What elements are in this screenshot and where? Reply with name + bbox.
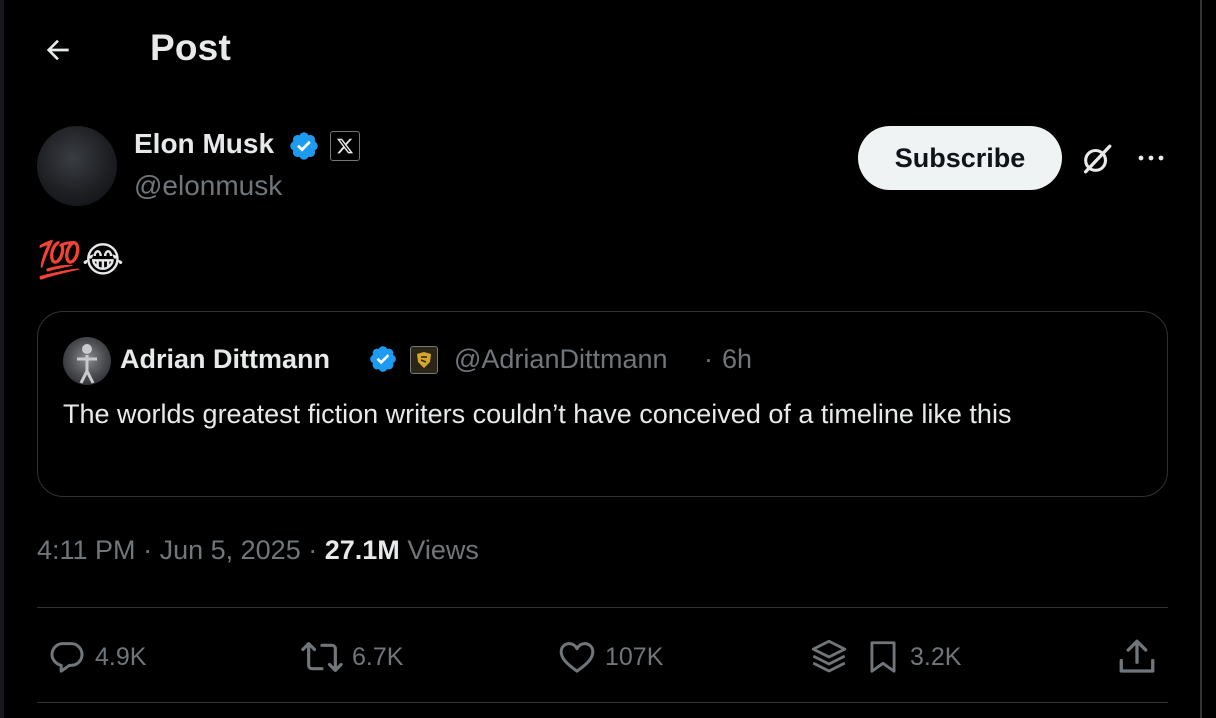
divider: [37, 702, 1168, 703]
quoted-author-handle[interactable]: @AdrianDittmann: [454, 344, 668, 375]
heart-icon: [559, 642, 595, 673]
like-button[interactable]: 107K: [557, 632, 663, 682]
quoted-post-text: The worlds greatest fiction writers coul…: [63, 399, 1012, 429]
x-affiliation-badge[interactable]: [330, 131, 360, 161]
quoted-separator: ·: [704, 344, 713, 374]
reply-count: 4.9K: [95, 642, 147, 671]
bookmark-button[interactable]: 3.2K: [864, 632, 961, 682]
views-label: Views: [407, 535, 479, 565]
author-avatar[interactable]: [37, 126, 117, 206]
views-count: 27.1M: [324, 535, 400, 565]
quoted-post-card[interactable]: Adrian Dittmann @AdrianDittmann · 6h The…: [37, 311, 1168, 497]
quoted-timestamp[interactable]: 6h: [722, 344, 752, 375]
left-frame-border: [0, 0, 4, 718]
quoted-author-avatar[interactable]: [63, 337, 111, 385]
reply-button[interactable]: 4.9K: [47, 632, 146, 682]
post-meta: 4:11 PM · Jun 5, 2025 · 27.1M Views: [37, 535, 479, 566]
repost-button[interactable]: 6.7K: [300, 632, 403, 682]
quoted-verified-badge-icon[interactable]: [368, 344, 398, 374]
grok-analyze-button[interactable]: [808, 632, 850, 682]
meta-separator: ·: [308, 535, 318, 565]
meta-separator: ·: [143, 535, 153, 565]
more-options-button[interactable]: [1130, 140, 1172, 176]
page-title: Post: [150, 27, 231, 68]
like-count: 107K: [605, 642, 664, 671]
right-frame-border: [1200, 0, 1202, 718]
repost-icon: [301, 642, 343, 672]
layers-icon: [811, 639, 847, 673]
bookmark-count: 3.2K: [910, 642, 962, 671]
subscribe-button[interactable]: Subscribe: [858, 126, 1062, 190]
back-button[interactable]: [36, 28, 80, 72]
repost-count: 6.7K: [352, 642, 404, 671]
grok-button[interactable]: [1076, 138, 1118, 180]
arrow-left-icon: [46, 39, 69, 61]
share-icon: [1119, 639, 1155, 673]
divider: [37, 607, 1168, 608]
post-text: 💯😂: [37, 240, 124, 281]
quoted-affiliation-badge[interactable]: [410, 346, 438, 374]
author-handle[interactable]: @elonmusk: [134, 170, 282, 202]
figure-icon: [77, 344, 97, 384]
verified-badge-icon[interactable]: [288, 130, 320, 162]
reply-icon: [50, 642, 84, 673]
grok-icon: [1083, 144, 1112, 174]
post-date[interactable]: Jun 5, 2025: [160, 535, 301, 565]
author-name[interactable]: Elon Musk: [134, 128, 274, 160]
bookmark-icon: [870, 641, 896, 673]
share-button[interactable]: [1116, 632, 1158, 682]
lion-logo-icon: [417, 352, 431, 368]
x-logo-icon: [336, 138, 354, 154]
post-time[interactable]: 4:11 PM: [37, 535, 136, 565]
page-header: Post: [0, 0, 1200, 100]
quoted-author-name[interactable]: Adrian Dittmann: [120, 344, 330, 375]
more-icon: [1138, 155, 1164, 161]
